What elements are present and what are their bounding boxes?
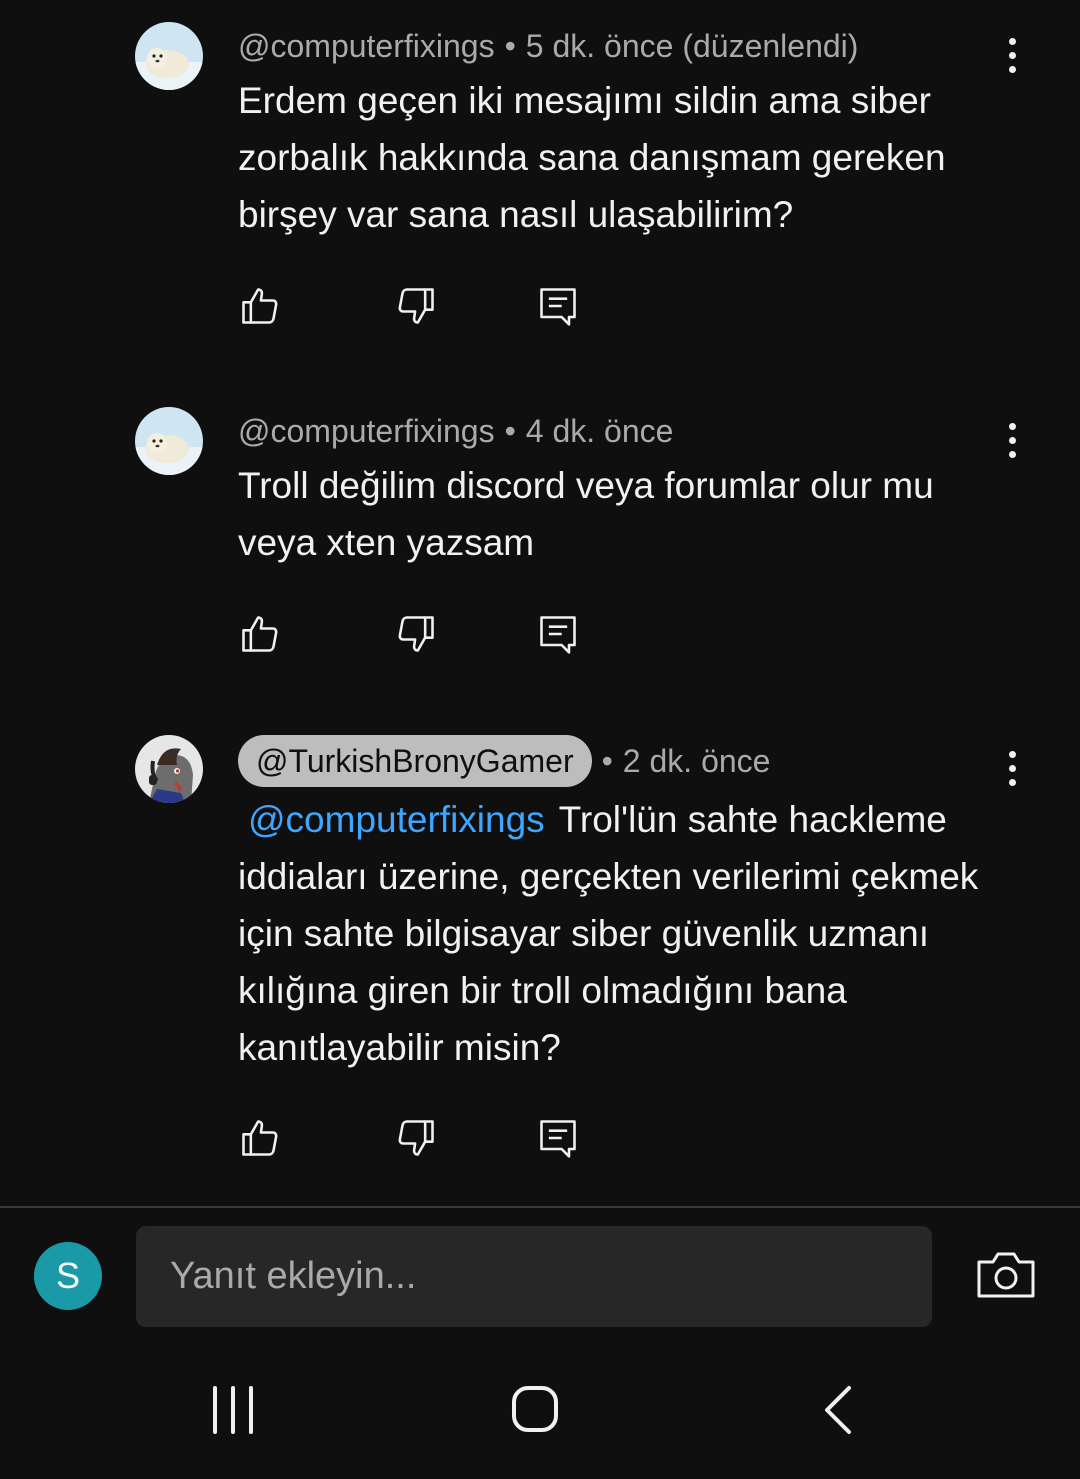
comment-meta: @TurkishBronyGamer • 2 dk. önce — [238, 735, 770, 787]
pony-avatar-icon[interactable] — [135, 735, 203, 803]
user-avatar[interactable]: S — [34, 1242, 102, 1310]
home-icon[interactable] — [500, 1380, 570, 1440]
dislike-icon[interactable] — [394, 284, 438, 328]
more-options-icon[interactable] — [990, 33, 1034, 77]
dislike-icon[interactable] — [394, 612, 438, 656]
comment-actions — [238, 284, 598, 332]
comment-meta: @computerfixings • 4 dk. önce — [238, 411, 673, 451]
meta-separator: • — [504, 27, 516, 64]
system-nav-bar — [0, 1344, 1080, 1479]
comment-author-highlighted[interactable]: @TurkishBronyGamer — [238, 735, 592, 787]
recent-apps-icon[interactable] — [200, 1380, 270, 1440]
comment-author[interactable]: @computerfixings — [238, 28, 495, 65]
reply-input[interactable] — [136, 1226, 932, 1327]
like-icon[interactable] — [238, 284, 282, 328]
back-icon[interactable] — [805, 1380, 875, 1440]
reply-bar: S — [0, 1208, 1080, 1344]
seal-avatar-icon[interactable] — [135, 407, 203, 475]
comment-author[interactable]: @computerfixings — [238, 413, 495, 450]
meta-separator: • — [504, 412, 516, 449]
dislike-icon[interactable] — [394, 1116, 438, 1160]
seal-avatar-icon[interactable] — [135, 22, 203, 90]
mention-link[interactable]: @computerfixings — [248, 799, 545, 840]
comment-actions — [238, 612, 598, 660]
reply-icon[interactable] — [536, 284, 580, 328]
comment-text: Troll değilim discord veya forumlar olur… — [238, 465, 934, 563]
meta-separator: • — [601, 742, 613, 779]
like-icon[interactable] — [238, 1116, 282, 1160]
comment-text: @computerfixings Trol'lün sahte hackleme … — [238, 791, 1018, 1076]
camera-icon[interactable] — [976, 1250, 1036, 1300]
comment-meta: @computerfixings • 5 dk. önce (düzenlend… — [238, 26, 858, 66]
more-options-icon[interactable] — [990, 746, 1034, 790]
comment-time: 2 dk. önce — [622, 742, 771, 779]
comment-text: Erdem geçen iki mesajımı sildin ama sibe… — [238, 80, 946, 235]
comment-actions — [238, 1116, 598, 1164]
reply-icon[interactable] — [536, 612, 580, 656]
reply-icon[interactable] — [536, 1116, 580, 1160]
more-options-icon[interactable] — [990, 418, 1034, 462]
comment-time: 5 dk. önce (düzenlendi) — [525, 27, 859, 64]
comment-time: 4 dk. önce — [525, 412, 674, 449]
like-icon[interactable] — [238, 612, 282, 656]
